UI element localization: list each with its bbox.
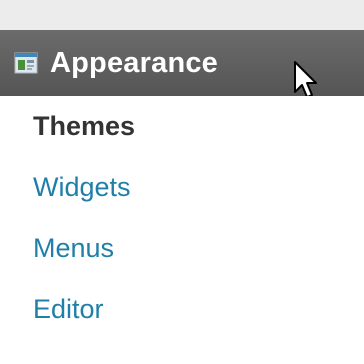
submenu-item-themes[interactable]: Themes <box>0 96 364 157</box>
submenu-item-label: Editor <box>33 294 104 324</box>
top-strip <box>0 0 364 30</box>
mouse-cursor-icon <box>294 61 317 98</box>
appearance-submenu: Themes Widgets Menus Editor <box>0 96 364 340</box>
submenu-item-label: Themes <box>33 111 136 141</box>
submenu-item-label: Menus <box>33 233 115 263</box>
appearance-icon <box>14 51 38 75</box>
appearance-menu-label: Appearance <box>50 46 219 79</box>
submenu-item-widgets[interactable]: Widgets <box>0 157 364 218</box>
submenu-item-menus[interactable]: Menus <box>0 218 364 279</box>
submenu-item-label: Widgets <box>33 172 131 202</box>
submenu-item-editor[interactable]: Editor <box>0 279 364 340</box>
